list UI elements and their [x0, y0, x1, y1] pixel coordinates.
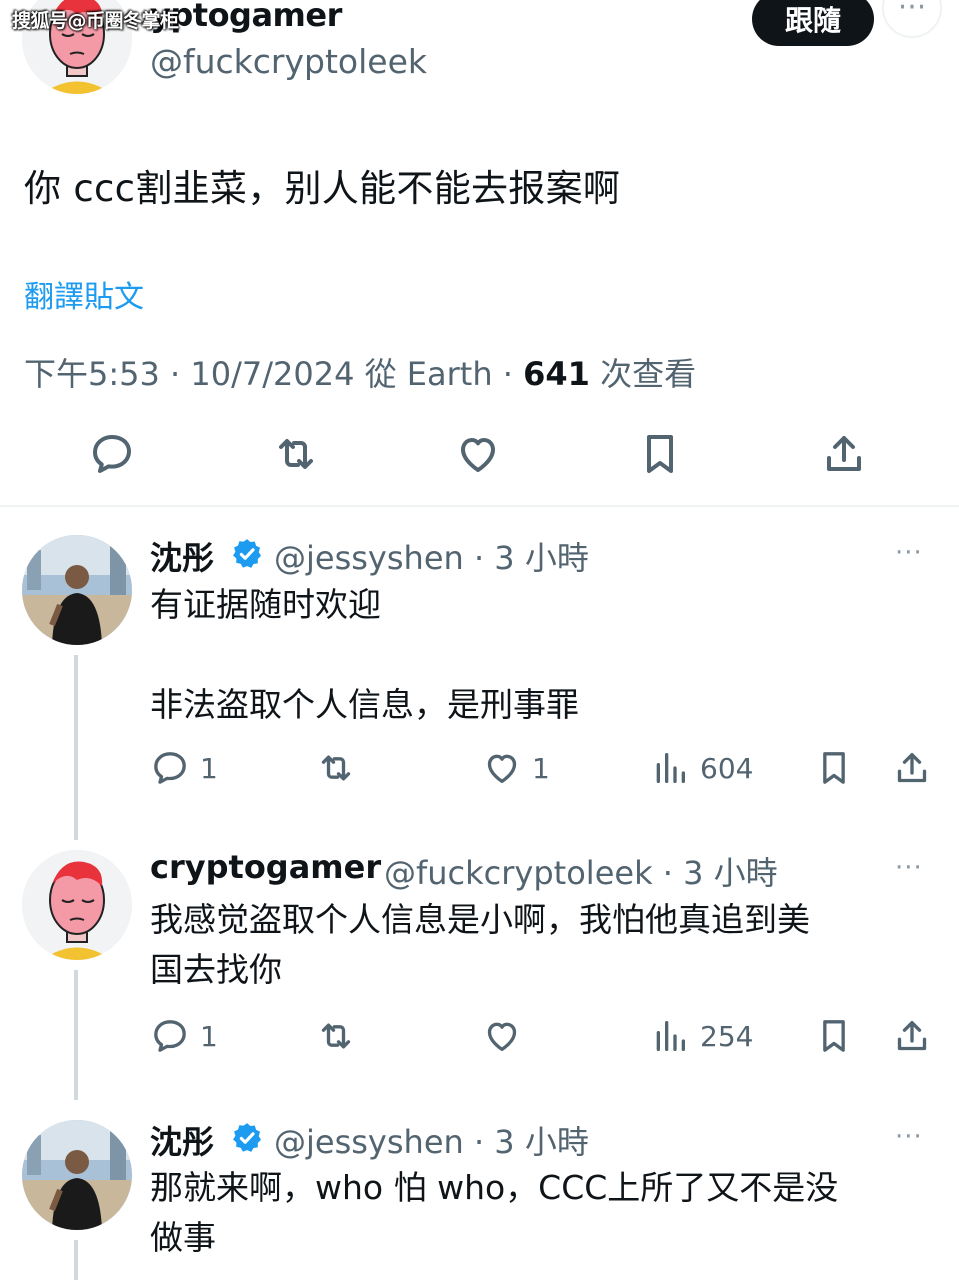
more-options-icon[interactable]: ···: [895, 853, 923, 883]
avatar-jessyshen[interactable]: [22, 535, 132, 645]
reply-icon[interactable]: [88, 430, 136, 478]
reply-author-name[interactable]: cryptogamer: [150, 848, 381, 886]
reply-count: 1: [200, 751, 218, 785]
tweet-view-count: 641: [523, 355, 590, 393]
reply-icon: [154, 752, 186, 784]
reply-button[interactable]: 1: [150, 748, 218, 788]
like-icon: [487, 1022, 517, 1051]
reply-text: 有证据随时欢迎 非法盗取个人信息，是刑事罪: [150, 585, 579, 724]
avatar-photo-icon: [22, 535, 132, 645]
like-icon: [487, 754, 517, 783]
reply-handle-time[interactable]: @jessyshen · 3 小時: [274, 1117, 589, 1163]
divider: [0, 505, 959, 507]
analytics-icon: [656, 1021, 685, 1051]
translate-link[interactable]: 翻譯貼文: [24, 272, 144, 316]
view-count: 604: [700, 751, 754, 785]
watermark: 搜狐号@币圈冬掌柜: [12, 10, 179, 32]
bookmark-icon: [823, 752, 845, 784]
bookmark-icon: [823, 1020, 845, 1052]
like-count: 1: [532, 751, 550, 785]
tweet-text: 你 ccc割韭菜，别人能不能去报案啊: [24, 167, 621, 210]
view-count: 254: [700, 1019, 754, 1053]
analytics-icon: [656, 753, 685, 783]
share-icon[interactable]: [820, 430, 868, 478]
bookmark-icon[interactable]: [636, 430, 684, 478]
views-button[interactable]: 604: [650, 748, 753, 788]
avatar-photo-icon: [22, 1120, 132, 1230]
thread-line: [74, 1240, 78, 1280]
reply-handle-time[interactable]: @jessyshen · 3 小時: [274, 533, 589, 579]
verified-badge-icon: [233, 1123, 262, 1152]
retweet-button[interactable]: [316, 1016, 366, 1056]
retweet-button[interactable]: [316, 748, 366, 788]
verified-badge-icon: [233, 539, 262, 568]
tweet-meta: 下午5:53 · 10/7/2024 從 Earth · 641 次查看: [24, 349, 696, 395]
reply-button[interactable]: 1: [150, 1016, 218, 1056]
tweet-timestamp-source[interactable]: 下午5:53 · 10/7/2024 從 Earth ·: [24, 355, 523, 393]
avatar-cryptogamer[interactable]: [22, 850, 132, 960]
like-button[interactable]: 1: [482, 748, 550, 788]
tweet-views-label: 次查看: [589, 355, 697, 393]
reply-text: 那就来啊，who 怕 who，CCC上所了又不是没 做事: [150, 1168, 839, 1257]
more-options-icon[interactable]: ···: [895, 538, 923, 568]
bookmark-button[interactable]: [814, 1016, 854, 1056]
share-icon: [897, 753, 927, 783]
thread-line: [74, 970, 78, 1100]
views-button[interactable]: 254: [650, 1016, 753, 1056]
reply-icon: [154, 1020, 186, 1052]
retweet-icon: [321, 1023, 351, 1049]
follow-button[interactable]: 跟隨: [752, 0, 874, 46]
share-button[interactable]: [892, 748, 932, 788]
like-icon[interactable]: [454, 430, 502, 478]
more-options-icon[interactable]: ···: [895, 1122, 923, 1152]
share-icon: [897, 1021, 927, 1051]
bookmark-button[interactable]: [814, 748, 854, 788]
reply-handle-time[interactable]: @fuckcryptoleek · 3 小時: [384, 848, 778, 894]
thread-line: [74, 655, 78, 840]
reply-text: 我感觉盗取个人信息是小啊，我怕他真追到美 国去找你: [150, 900, 810, 989]
reply-author-name[interactable]: 沈彤: [150, 1117, 214, 1163]
reply-count: 1: [200, 1019, 218, 1053]
like-button[interactable]: [482, 1016, 532, 1056]
avatar-illustration-icon: [22, 850, 132, 960]
retweet-icon: [321, 755, 351, 781]
retweet-icon[interactable]: [272, 430, 320, 478]
more-options-button[interactable]: ···: [882, 0, 942, 38]
avatar-jessyshen[interactable]: [22, 1120, 132, 1230]
reply-author-name[interactable]: 沈彤: [150, 533, 214, 579]
tweet-author-handle[interactable]: @fuckcryptoleek: [150, 42, 427, 81]
share-button[interactable]: [892, 1016, 932, 1056]
